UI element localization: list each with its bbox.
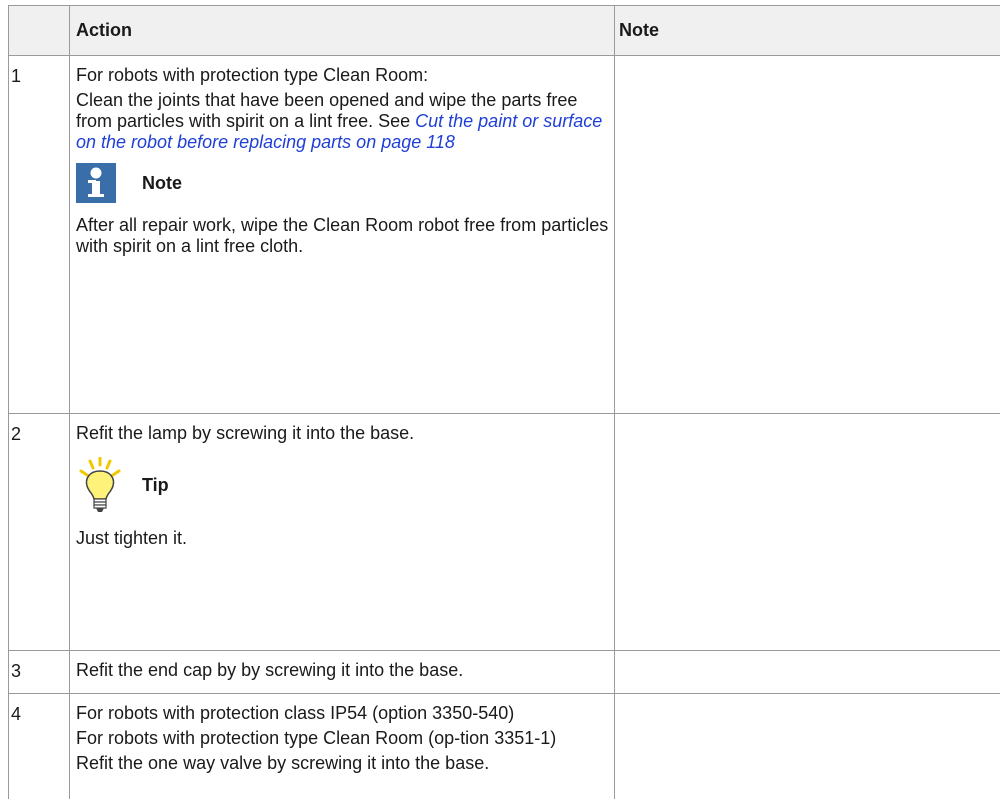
header-action: Action xyxy=(69,6,614,55)
action-text: For robots with protection class IP54 (o… xyxy=(76,703,515,723)
note-cell xyxy=(614,414,1000,650)
action-cell: Refit the lamp by screwing it into the b… xyxy=(69,414,614,650)
lightbulb-icon xyxy=(79,457,121,512)
step-number: 2 xyxy=(8,414,69,650)
step-number: 4 xyxy=(8,694,69,799)
tip-callout: Tip xyxy=(76,456,614,514)
action-cell: For robots with protection type Clean Ro… xyxy=(69,56,614,413)
note-callout: Note xyxy=(76,163,614,203)
note-text: After all repair work, wipe the Clean Ro… xyxy=(76,215,609,256)
table-row: 2 Refit the lamp by screwing it into the… xyxy=(8,414,1000,651)
note-cell xyxy=(614,694,1000,799)
table-row: 3 Refit the end cap by by screwing it in… xyxy=(8,651,1000,694)
action-text: Clean the joints that have been opened a… xyxy=(76,90,614,153)
step-number: 1 xyxy=(8,56,69,413)
note-cell xyxy=(614,651,1000,693)
procedure-table: Action Note 1 For robots with protection… xyxy=(8,5,1000,799)
header-note: Note xyxy=(614,6,1000,55)
note-cell xyxy=(614,56,1000,413)
tip-title: Tip xyxy=(142,474,169,495)
table-header: Action Note xyxy=(8,5,1000,56)
step-number: 3 xyxy=(8,651,69,693)
action-cell: For robots with protection class IP54 (o… xyxy=(69,694,614,799)
info-icon xyxy=(76,163,116,203)
tip-text: Just tighten it. xyxy=(76,528,188,548)
table-row: 1 For robots with protection type Clean … xyxy=(8,56,1000,414)
action-text: Refit the lamp by screwing it into the b… xyxy=(76,423,415,443)
note-title: Note xyxy=(142,172,182,193)
action-text: Refit the one way valve by screwing it i… xyxy=(76,753,490,773)
action-text: For robots with protection type Clean Ro… xyxy=(76,65,429,85)
action-cell: Refit the end cap by by screwing it into… xyxy=(69,651,614,693)
table-row: 4 For robots with protection class IP54 … xyxy=(8,694,1000,799)
header-num-cell xyxy=(8,6,69,55)
action-text: For robots with protection type Clean Ro… xyxy=(76,728,557,748)
action-text: Refit the end cap by by screwing it into… xyxy=(76,660,464,680)
